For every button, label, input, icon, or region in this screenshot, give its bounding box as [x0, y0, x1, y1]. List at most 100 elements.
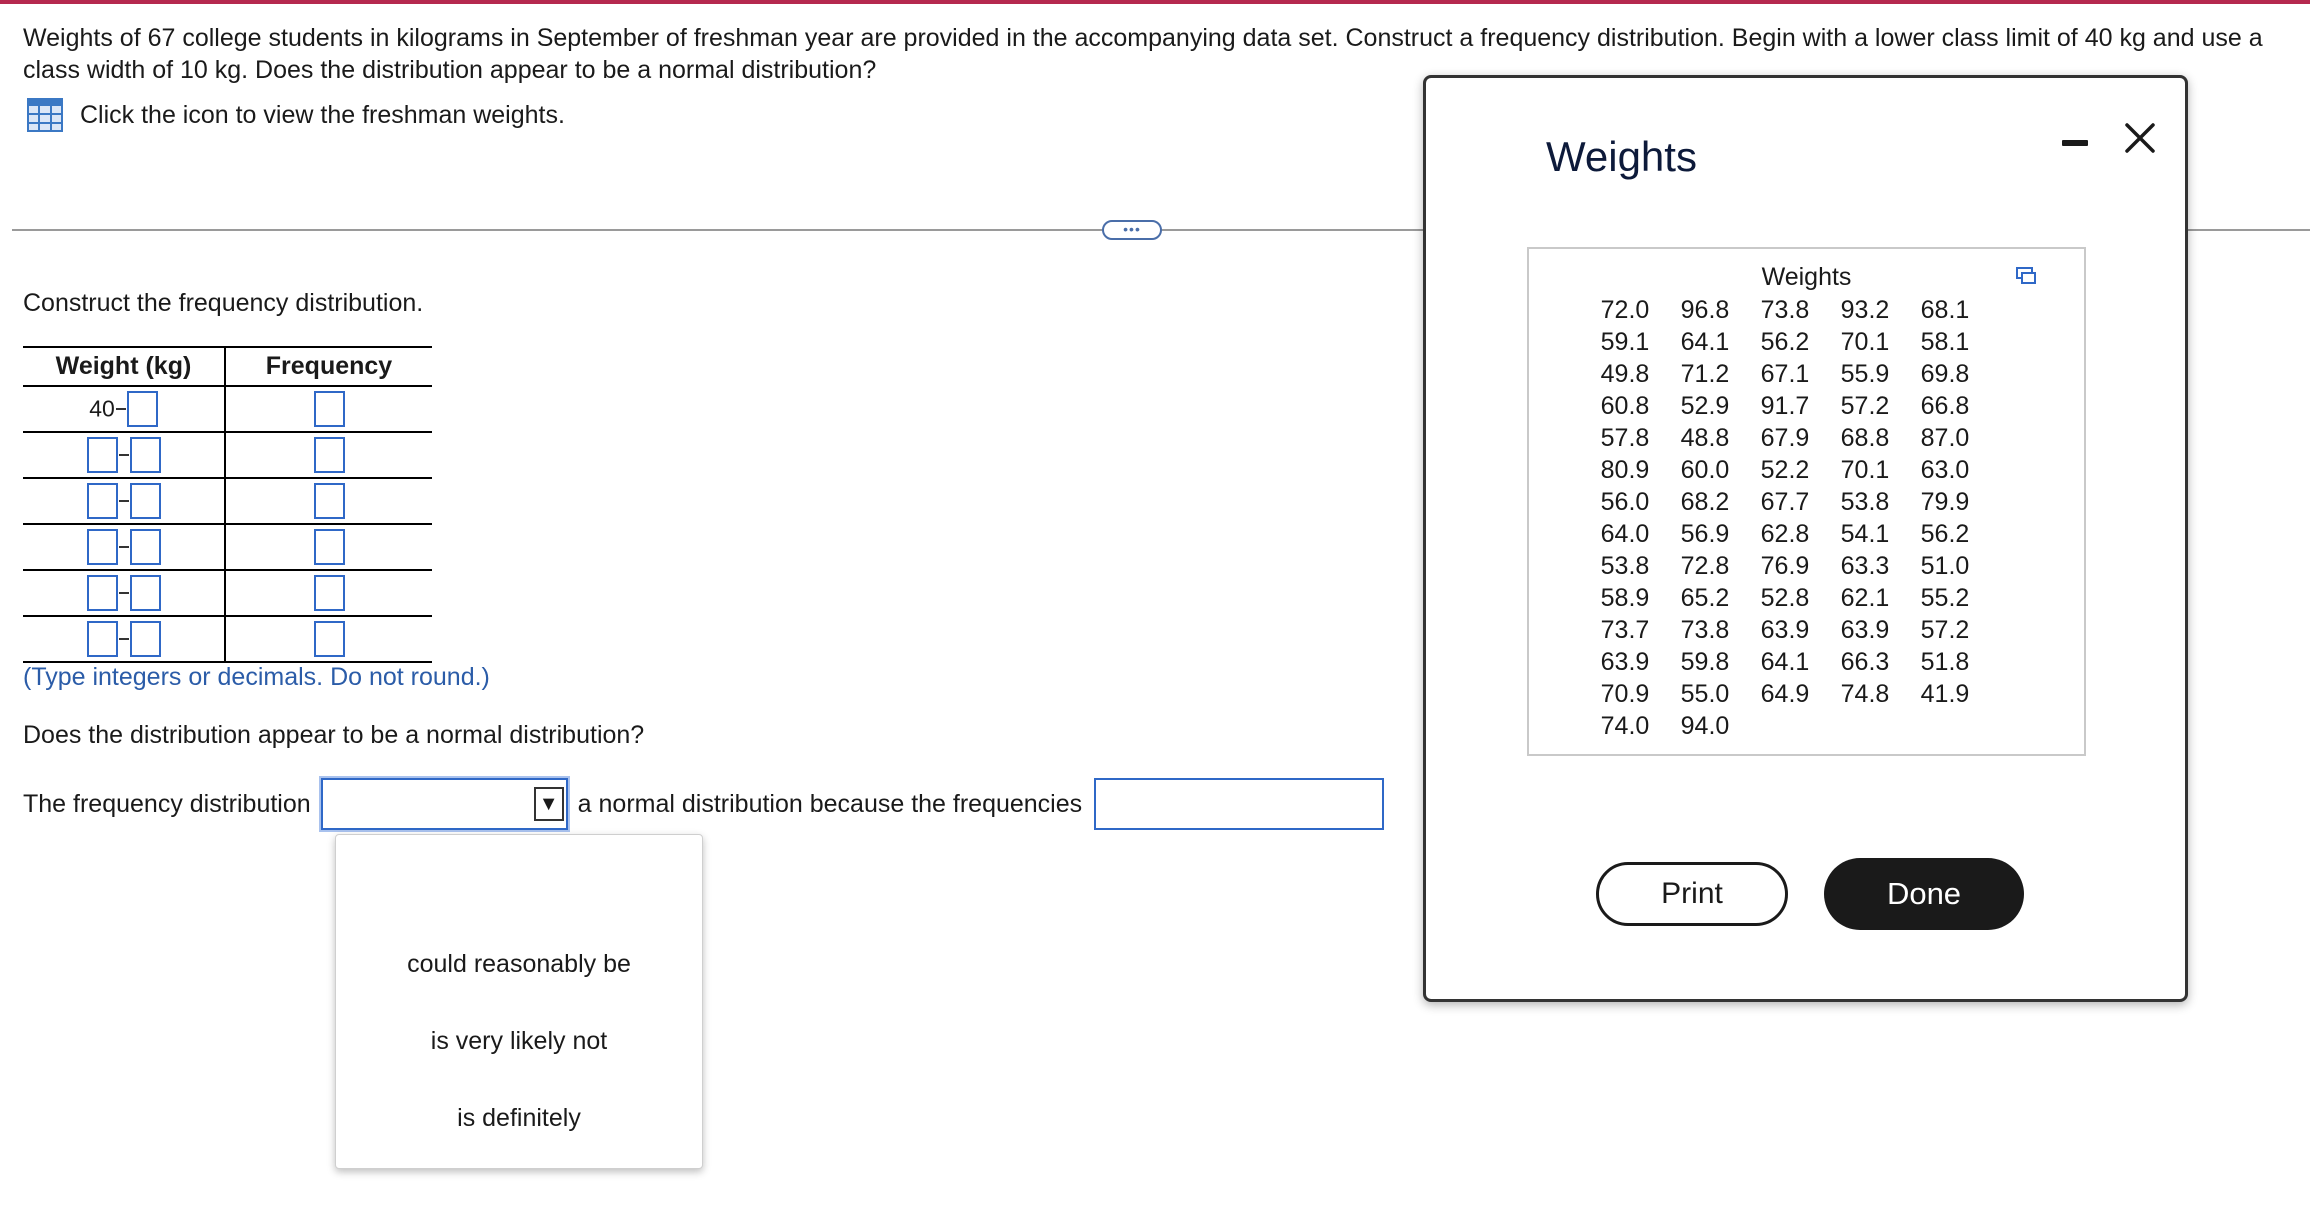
weight-value: 56.2: [1920, 520, 1970, 548]
frequency-table: Weight (kg) Frequency 40: [23, 346, 432, 663]
upper-limit-input[interactable]: [129, 437, 161, 473]
weight-value: 55.2: [1920, 584, 1970, 612]
weights-values-grid: 72.0 96.8 73.8 93.2 68.1 59.1 64.1 56.2 70.1 58.1…: [1585, 294, 1985, 742]
weight-value: 70.1: [1840, 328, 1890, 356]
weights-table-heading: Weights: [1761, 263, 1852, 291]
class-cell: 40: [23, 386, 226, 433]
input-hint: (Type integers or decimals. Do not round…: [23, 663, 490, 691]
weight-value: 51.8: [1920, 648, 1970, 676]
range-dash: [118, 592, 129, 594]
lower-limit-input[interactable]: [86, 575, 118, 611]
option-is-definitely[interactable]: is definitely: [336, 1104, 702, 1133]
minimize-bar: [2062, 140, 2088, 146]
weight-value: 58.1: [1920, 328, 1970, 356]
weight-value: 65.2: [1680, 584, 1730, 612]
weight-value: 56.9: [1680, 520, 1730, 548]
weight-value: 52.8: [1760, 584, 1810, 612]
weight-value: 41.9: [1920, 680, 1970, 708]
upper-limit-input[interactable]: [129, 529, 161, 565]
frequency-column-header: Frequency: [225, 346, 432, 387]
weight-value: 57.2: [1840, 392, 1890, 420]
weight-value: 72.0: [1600, 296, 1650, 324]
weight-value: 96.8: [1680, 296, 1730, 324]
frequency-input[interactable]: [313, 483, 345, 519]
frequency-input[interactable]: [313, 621, 345, 657]
range-dash: [118, 638, 129, 640]
upper-limit-input[interactable]: [129, 621, 161, 657]
option-could-reasonably-be[interactable]: could reasonably be: [336, 950, 702, 979]
weight-value: 60.8: [1600, 392, 1650, 420]
upper-limit-input[interactable]: [126, 391, 158, 427]
frequency-cell: [225, 570, 432, 617]
weight-value: 64.1: [1760, 648, 1810, 676]
weight-value: 62.8: [1760, 520, 1810, 548]
weight-value: 91.7: [1760, 392, 1810, 420]
weight-value: 52.9: [1680, 392, 1730, 420]
class-cell: [23, 524, 226, 571]
lower-limit-input[interactable]: [86, 621, 118, 657]
weight-value: 49.8: [1600, 360, 1650, 388]
normality-answer-row: The frequency distribution ▼ a normal di…: [23, 778, 1385, 830]
option-is-very-likely-not[interactable]: is very likely not: [336, 1027, 702, 1056]
lower-limit-input[interactable]: [86, 483, 118, 519]
table-row: [23, 524, 432, 571]
frequency-heading: Construct the frequency distribution.: [23, 289, 424, 317]
weight-value: 67.7: [1760, 488, 1810, 516]
weight-value: 73.8: [1760, 296, 1810, 324]
weight-value: 79.9: [1920, 488, 1970, 516]
class-cell: [23, 478, 226, 525]
view-data-link[interactable]: Click the icon to view the freshman weig…: [27, 98, 565, 132]
done-button[interactable]: Done: [1824, 858, 2024, 930]
class-cell: [23, 432, 226, 479]
print-button[interactable]: Print: [1596, 862, 1788, 926]
class-cell: [23, 616, 226, 663]
table-row: [23, 432, 432, 479]
weight-value: 63.9: [1760, 616, 1810, 644]
weight-value: 60.0: [1680, 456, 1730, 484]
weight-value: 48.8: [1680, 424, 1730, 452]
frequency-input[interactable]: [313, 529, 345, 565]
weight-value: 58.9: [1600, 584, 1650, 612]
close-icon[interactable]: [2120, 118, 2160, 158]
weight-value: 59.8: [1680, 648, 1730, 676]
weight-value: 68.1: [1920, 296, 1970, 324]
weights-dialog: Weights Weights 72.0 96.8 73.8 93.2 68.1 59.1…: [1423, 75, 2188, 1002]
frequency-cell: [225, 432, 432, 479]
dropdown-arrow-icon[interactable]: ▼: [533, 787, 564, 821]
section-divider: [12, 229, 1432, 231]
weight-value: 70.9: [1600, 680, 1650, 708]
weight-value: 73.8: [1680, 616, 1730, 644]
lower-limit-input[interactable]: [86, 437, 118, 473]
weight-value: 63.9: [1600, 648, 1650, 676]
range-dash: [115, 408, 126, 410]
weight-value: 94.0: [1680, 712, 1730, 740]
weight-value: 57.8: [1600, 424, 1650, 452]
weight-value: 62.1: [1840, 584, 1890, 612]
copy-to-clipboard-icon[interactable]: [2014, 264, 2038, 288]
upper-limit-input[interactable]: [129, 483, 161, 519]
range-dash: [118, 500, 129, 502]
normality-select[interactable]: ▼: [320, 778, 568, 830]
weight-value: 72.8: [1680, 552, 1730, 580]
table-grid-icon[interactable]: [27, 98, 63, 132]
view-data-link-label[interactable]: Click the icon to view the freshman weig…: [80, 101, 565, 130]
weight-value: 71.2: [1680, 360, 1730, 388]
upper-limit-input[interactable]: [129, 575, 161, 611]
weight-value: 80.9: [1600, 456, 1650, 484]
weight-value: 69.8: [1920, 360, 1970, 388]
weight-value: 70.1: [1840, 456, 1890, 484]
minimize-icon[interactable]: [2060, 128, 2090, 158]
reason-select[interactable]: [1094, 778, 1385, 830]
frequency-input[interactable]: [313, 437, 345, 473]
weight-value: 59.1: [1600, 328, 1650, 356]
weight-value: 68.8: [1840, 424, 1890, 452]
expand-more-button[interactable]: •••: [1102, 220, 1162, 240]
weight-value: 76.9: [1760, 552, 1810, 580]
weight-value: 64.0: [1600, 520, 1650, 548]
lower-limit-input[interactable]: [86, 529, 118, 565]
frequency-input[interactable]: [313, 391, 345, 427]
frequency-input[interactable]: [313, 575, 345, 611]
weights-data-box: Weights 72.0 96.8 73.8 93.2 68.1 59.1 64.1 56.2…: [1527, 247, 2086, 756]
weight-value: 54.1: [1840, 520, 1890, 548]
section-divider-right: [2188, 229, 2310, 231]
